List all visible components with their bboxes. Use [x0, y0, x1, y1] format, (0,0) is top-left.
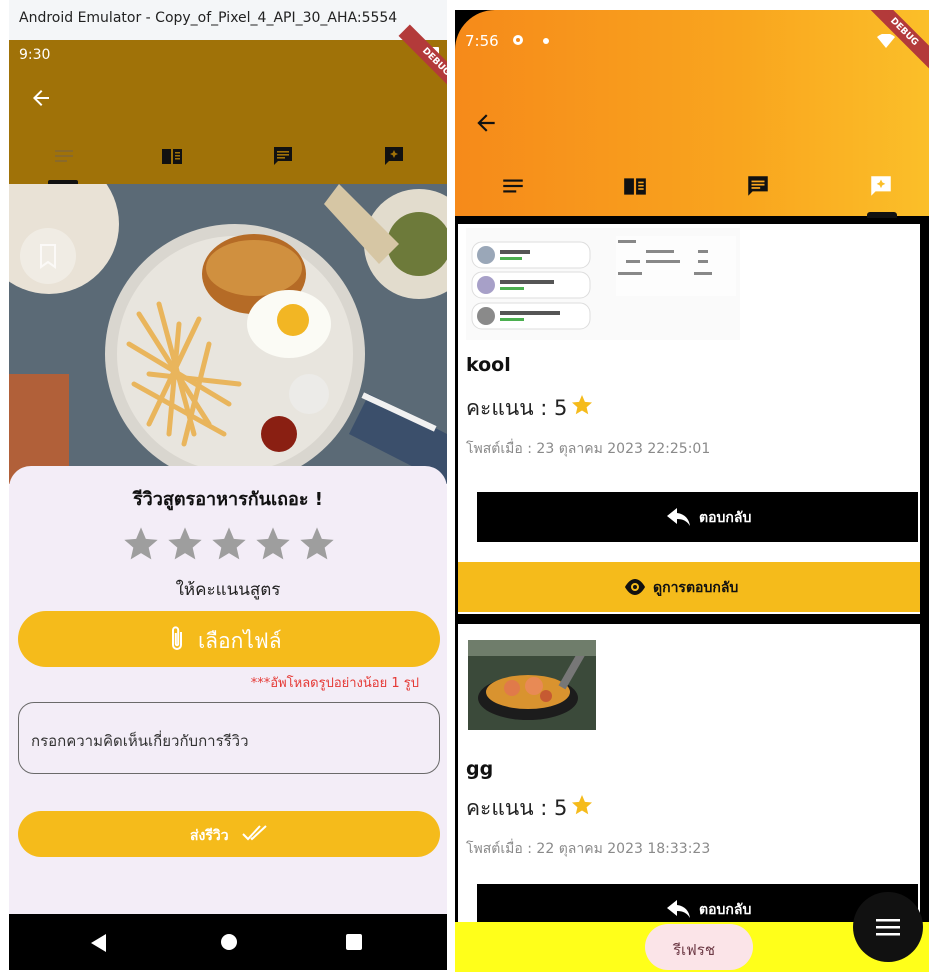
review-card: kool คะแนน : 5 โพสต์เมื่อ : 23 ตุลาคม 20…: [458, 224, 920, 614]
pick-file-button[interactable]: เลือกไฟล์: [18, 611, 440, 667]
view-replies-button[interactable]: ดูการตอบกลับ: [458, 562, 920, 612]
tab-comments-icon[interactable]: [271, 144, 295, 168]
review-sheet-title: รีวิวสูตรอาหารกันเถอะ !: [133, 489, 323, 510]
review-image-thumbnail[interactable]: [468, 640, 596, 730]
star-icon[interactable]: [165, 524, 205, 564]
upload-warning: ***อัพโหลดรูปอย่างน้อย 1 รูป: [250, 676, 419, 691]
nav-home-icon[interactable]: [220, 933, 238, 951]
tab-ingredients-list-icon[interactable]: [52, 144, 76, 168]
menu-fab[interactable]: [853, 892, 923, 962]
back-arrow-icon[interactable]: [29, 86, 53, 110]
app-bar: 7:56 DEBUG: [455, 10, 929, 218]
reply-icon: [667, 900, 690, 918]
window-title: Android Emulator - Copy_of_Pixel_4_API_3…: [19, 10, 398, 26]
review-comment-field[interactable]: กรอกความคิดเห็นเกี่ยวกับการรีวิว: [18, 702, 440, 774]
debug-banner: DEBUG: [866, 10, 929, 70]
nav-back-icon[interactable]: [91, 934, 107, 952]
bookmark-button[interactable]: [20, 228, 76, 284]
tab-add-review-icon[interactable]: [382, 144, 406, 168]
tab-comments-icon[interactable]: [745, 173, 771, 199]
reply-icon: [667, 508, 690, 526]
view-replies-label: ดูการตอบกลับ: [653, 580, 739, 596]
refresh-button[interactable]: รีเฟรช: [645, 924, 753, 970]
review-score-label: คะแนน : 5: [466, 396, 568, 420]
tab-add-review-icon[interactable]: [868, 173, 894, 199]
reply-button[interactable]: ตอบกลับ: [477, 884, 918, 924]
reply-label: ตอบกลับ: [699, 510, 752, 526]
review-image-thumbnail[interactable]: [466, 228, 740, 340]
star-icon[interactable]: [253, 524, 293, 564]
recipe-photo: [9, 184, 447, 484]
review-score: คะแนน : 5: [466, 392, 594, 425]
wifi-icon: [877, 34, 895, 48]
rating-stars[interactable]: [121, 524, 337, 564]
reviewer-name: gg: [466, 758, 494, 780]
tab-recipe-book-icon[interactable]: [160, 144, 184, 168]
star-icon[interactable]: [297, 524, 337, 564]
settings-gear-icon: [513, 35, 523, 45]
review-date: โพสต์เมื่อ : 22 ตุลาคม 2023 18:33:23: [466, 841, 711, 857]
star-icon: [572, 795, 593, 815]
pick-file-label: เลือกไฟล์: [198, 629, 282, 653]
double-check-icon: [242, 825, 267, 841]
refresh-label: รีเฟรช: [673, 941, 716, 959]
app-bar: 9:30 DEBUG: [9, 24, 447, 185]
hamburger-menu-icon: [876, 919, 900, 936]
emulator-title-bar: Android Emulator - Copy_of_Pixel_4_API_3…: [9, 0, 447, 40]
status-time: 9:30: [19, 47, 51, 63]
eye-icon: [625, 579, 645, 595]
nav-recents-icon[interactable]: [346, 934, 362, 950]
tab-ingredients-list-icon[interactable]: [500, 173, 526, 199]
send-review-button[interactable]: ส่งรีวิว: [18, 811, 440, 857]
review-score-label: คะแนน : 5: [466, 796, 568, 820]
paperclip-icon: [172, 626, 182, 650]
comment-placeholder: กรอกความคิดเห็นเกี่ยวกับการรีวิว: [31, 732, 249, 750]
reply-button[interactable]: ตอบกลับ: [477, 492, 918, 542]
send-review-label: ส่งรีวิว: [190, 828, 229, 844]
reply-label: ตอบกลับ: [699, 902, 752, 918]
review-score: คะแนน : 5: [466, 792, 594, 825]
star-icon[interactable]: [121, 524, 161, 564]
rating-label: ให้คะแนนสูตร: [175, 580, 281, 600]
review-date: โพสต์เมื่อ : 23 ตุลาคม 2023 22:25:01: [466, 441, 711, 457]
reviewer-name: kool: [466, 354, 511, 376]
right-emulator: 7:56 DEBUG kool คะแนน: 5 โพสต์เมื่อ: 2…: [455, 10, 929, 972]
left-emulator: Android Emulator - Copy_of_Pixel_4_API_3…: [9, 0, 447, 972]
back-arrow-icon[interactable]: [473, 110, 499, 136]
android-nav-bar: [9, 914, 447, 970]
notification-dot-icon: [543, 38, 549, 44]
star-icon: [572, 395, 593, 415]
review-card: gg คะแนน : 5 โพสต์เมื่อ : 22 ตุลาคม 2023…: [458, 624, 920, 924]
active-tab-indicator: [867, 212, 897, 218]
tab-recipe-book-icon[interactable]: [622, 173, 648, 199]
review-bottom-sheet: รีวิวสูตรอาหารกันเถอะ ! ให้คะแนนสูตร เลื…: [9, 466, 447, 916]
star-icon[interactable]: [209, 524, 249, 564]
status-time: 7:56: [465, 32, 499, 50]
